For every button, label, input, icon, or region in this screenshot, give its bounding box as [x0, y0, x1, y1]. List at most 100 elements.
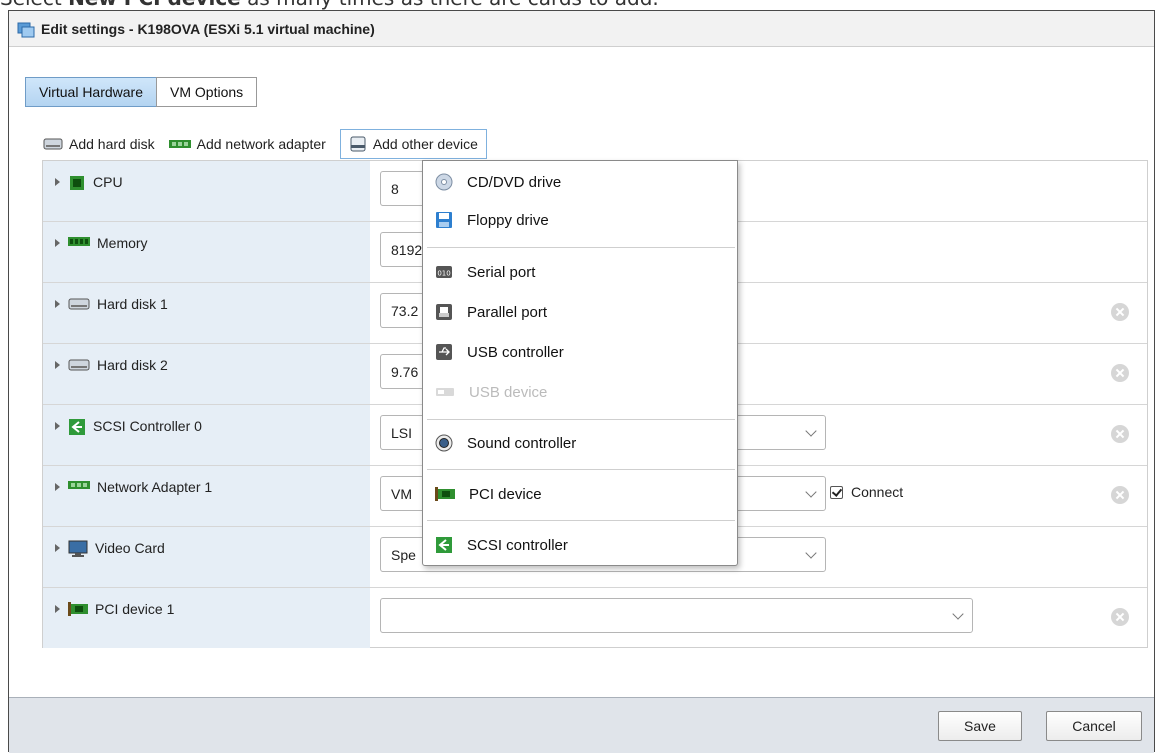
menu-separator	[427, 520, 735, 521]
menu-item-label: PCI device	[469, 485, 542, 503]
menu-item-sound-controller[interactable]: Sound controller	[423, 424, 737, 462]
cancel-button[interactable]: Cancel	[1046, 711, 1142, 741]
chevron-down-icon	[805, 486, 817, 498]
settings-tabs: Virtual Hardware VM Options	[25, 77, 258, 107]
row-label[interactable]: Network Adapter 1	[43, 466, 370, 526]
add-other-device-button[interactable]: Add other device	[339, 129, 487, 159]
chevron-down-icon	[805, 547, 817, 559]
expand-arrow-icon[interactable]	[55, 544, 60, 552]
device-icon	[350, 136, 366, 152]
row-label[interactable]: SCSI Controller 0	[43, 405, 370, 465]
save-button[interactable]: Save	[938, 711, 1022, 741]
menu-item-label: Serial port	[467, 263, 536, 281]
menu-item-label: CD/DVD drive	[467, 173, 562, 191]
add-network-adapter-label: Add network adapter	[196, 136, 326, 152]
pci-device-icon	[435, 487, 455, 501]
add-other-device-label: Add other device	[372, 136, 478, 152]
dialog-footer: Save Cancel	[9, 697, 1154, 753]
expand-arrow-icon[interactable]	[55, 605, 60, 613]
row-label-text: PCI device 1	[95, 601, 175, 617]
sound-icon	[435, 434, 453, 452]
menu-separator	[427, 469, 735, 470]
menu-item-floppy-drive[interactable]: Floppy drive	[423, 201, 737, 239]
expand-arrow-icon[interactable]	[55, 422, 60, 430]
menu-item-scsi-controller[interactable]: SCSI controller	[423, 526, 737, 564]
svg-text:010: 010	[437, 270, 450, 278]
row-label-text: Video Card	[95, 540, 165, 556]
chevron-down-icon	[805, 425, 817, 437]
remove-scsi-controller-icon[interactable]	[1111, 425, 1129, 443]
menu-separator	[427, 247, 735, 248]
caption-bold: New PCI device	[68, 0, 241, 10]
row-label[interactable]: Hard disk 1	[43, 283, 370, 343]
dialog-titlebar: Edit settings - K198OVA (ESXi 5.1 virtua…	[9, 11, 1154, 47]
add-network-adapter-button[interactable]: Add network adapter	[168, 129, 326, 159]
usb-device-icon	[436, 388, 454, 396]
dialog-title: Edit settings - K198OVA (ESXi 5.1 virtua…	[41, 20, 375, 37]
connect-label: Connect	[851, 484, 904, 500]
tab-vm-options[interactable]: VM Options	[156, 77, 258, 107]
caption-suffix: as many times as there are cards to add.	[247, 0, 659, 10]
expand-arrow-icon[interactable]	[55, 361, 60, 369]
remove-network-adapter-icon[interactable]	[1111, 486, 1129, 504]
pci-device-select[interactable]	[380, 598, 973, 633]
cpu-icon	[70, 176, 84, 190]
add-hard-disk-button[interactable]: Add hard disk	[43, 129, 155, 159]
field-value: Spe	[391, 546, 416, 563]
expand-arrow-icon[interactable]	[55, 483, 60, 491]
network-adapter-icon	[68, 481, 90, 489]
floppy-icon	[436, 212, 452, 228]
serial-port-icon: 010	[436, 266, 452, 278]
row-value	[370, 588, 1147, 648]
vm-edit-icon	[17, 22, 35, 37]
checkbox-checked-icon[interactable]	[830, 485, 843, 499]
row-label[interactable]: Memory	[43, 222, 370, 282]
add-hard-disk-label: Add hard disk	[69, 136, 155, 152]
field-value: VM	[391, 485, 412, 502]
menu-item-label: Sound controller	[467, 434, 577, 452]
connect-checkbox[interactable]: Connect	[830, 484, 903, 500]
usb-controller-icon	[436, 344, 452, 360]
hardware-toolbar: Add hard disk Add network adapter Add ot…	[43, 129, 501, 159]
remove-hard-disk-2-icon[interactable]	[1111, 364, 1129, 382]
hard-disk-icon	[68, 298, 90, 310]
scsi-controller-icon	[436, 537, 452, 553]
video-card-icon	[68, 540, 88, 557]
menu-item-parallel-port[interactable]: Parallel port	[423, 293, 737, 331]
field-value: 9.76	[391, 363, 419, 380]
field-value: 73.2	[391, 302, 419, 319]
menu-item-label: Floppy drive	[467, 211, 549, 229]
row-label-text: Hard disk 1	[97, 296, 168, 312]
field-value: 8192	[391, 241, 423, 258]
add-device-menu: CD/DVD drive Floppy drive 010 Serial por…	[422, 160, 738, 566]
menu-item-serial-port[interactable]: 010 Serial port	[423, 253, 737, 291]
memory-icon	[68, 237, 90, 246]
menu-item-label: USB controller	[467, 343, 564, 361]
menu-item-cd-dvd-drive[interactable]: CD/DVD drive	[423, 163, 737, 201]
tab-virtual-hardware[interactable]: Virtual Hardware	[25, 77, 157, 107]
expand-arrow-icon[interactable]	[55, 239, 60, 247]
menu-item-label: Parallel port	[467, 303, 548, 321]
parallel-port-icon	[436, 304, 452, 320]
menu-item-pci-device[interactable]: PCI device	[423, 475, 737, 513]
cd-dvd-icon	[435, 173, 453, 191]
network-adapter-icon	[168, 140, 191, 148]
row-label-text: CPU	[93, 174, 123, 190]
row-label-text: Network Adapter 1	[97, 479, 213, 495]
row-label-text: SCSI Controller 0	[93, 418, 202, 434]
expand-arrow-icon[interactable]	[55, 178, 60, 186]
remove-pci-device-icon[interactable]	[1111, 608, 1129, 626]
remove-hard-disk-1-icon[interactable]	[1111, 303, 1129, 321]
pci-device-icon	[68, 602, 88, 616]
caption-prefix: Select	[0, 0, 62, 10]
row-label[interactable]: Video Card	[43, 527, 370, 587]
chevron-down-icon	[952, 608, 964, 620]
row-label[interactable]: Hard disk 2	[43, 344, 370, 404]
menu-item-usb-controller[interactable]: USB controller	[423, 333, 737, 371]
field-value: LSI	[391, 424, 413, 441]
expand-arrow-icon[interactable]	[55, 300, 60, 308]
menu-separator	[427, 419, 735, 420]
row-label[interactable]: PCI device 1	[43, 588, 370, 648]
row-label[interactable]: CPU	[43, 161, 370, 221]
menu-item-usb-device: USB device	[423, 373, 737, 411]
